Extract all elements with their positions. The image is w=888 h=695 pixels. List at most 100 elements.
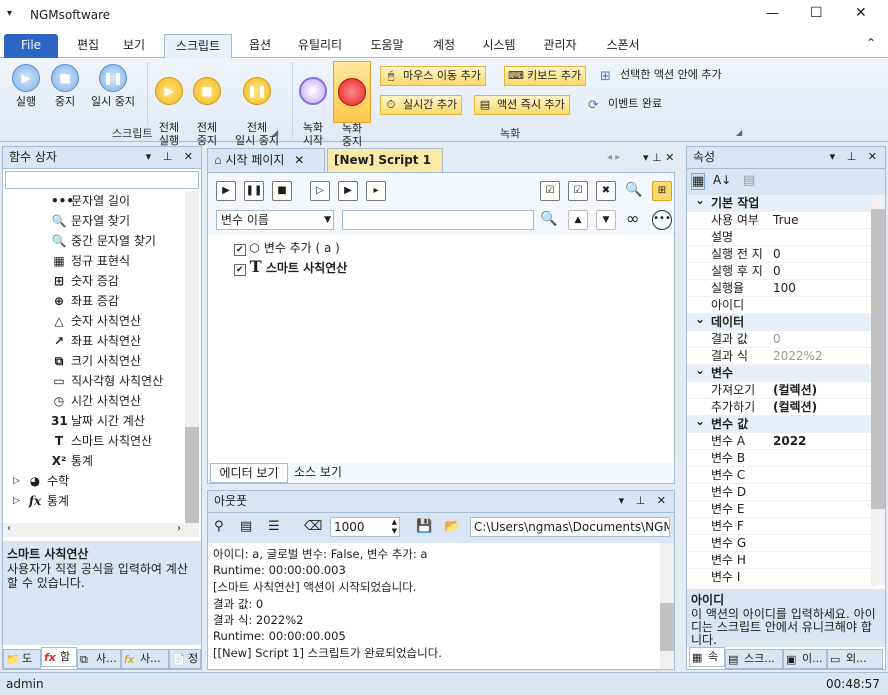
property-row[interactable]: 결과 값 0 (687, 331, 875, 348)
stop-all-button[interactable]: ■ 전체 중지 (188, 64, 226, 147)
tab-folder[interactable]: 📁 도 (3, 649, 41, 669)
property-category[interactable]: ⌄ 변수 (687, 362, 875, 382)
categorized-icon[interactable]: ▦ (691, 173, 706, 190)
property-row[interactable]: 실행 전 지 0 (687, 246, 875, 263)
minimize-icon[interactable]: — (766, 6, 779, 21)
action-item-smart-calc[interactable]: ✔ T 스마트 사칙연산 (234, 257, 347, 276)
run-button[interactable]: ▶ 실행 (6, 64, 46, 108)
function-item[interactable]: ⊕ 좌표 증감 (51, 291, 119, 311)
function-item[interactable]: ◷ 시간 사칙연산 (51, 391, 141, 411)
property-row[interactable]: 추가하기 (컬렉션) (687, 399, 875, 416)
property-row[interactable]: 변수 E (687, 501, 875, 518)
step-icon[interactable]: ▷ (310, 181, 330, 201)
function-item[interactable]: 🔍 중간 문자열 찾기 (51, 231, 156, 251)
save-icon[interactable]: 💾 (416, 519, 432, 534)
property-category[interactable]: ⌄ 기본 작업 (687, 192, 875, 212)
property-category[interactable]: ⌄ 변수 값 (687, 414, 875, 433)
tab-source-view[interactable]: 소스 보기 (288, 463, 348, 483)
function-group[interactable]: ▷ fx 통계 (13, 491, 69, 511)
panel-pin-close-icons[interactable]: ▾ ⊥ ✕ (830, 147, 881, 167)
collapse-icon[interactable]: ⌄ (695, 362, 705, 379)
property-value[interactable]: 100 (773, 280, 796, 297)
tab-image[interactable]: ▣ 이... (783, 649, 827, 669)
move-down-icon[interactable]: ▼ (596, 210, 616, 230)
scrollbar-thumb[interactable] (660, 603, 674, 651)
tree-view-icon[interactable]: ⊞ (652, 181, 672, 201)
step-frame-icon[interactable]: ▸ (366, 181, 386, 201)
function-item[interactable]: △ 숫자 사칙연산 (51, 311, 141, 331)
loop-icon[interactable]: ∞ (626, 209, 639, 228)
tab-sponsor[interactable]: 스폰서 (598, 34, 648, 58)
tab-info[interactable]: 📄 정 (169, 649, 201, 669)
tab-script[interactable]: 스크립트 (164, 34, 232, 58)
check-icon[interactable]: ☑ (568, 181, 588, 201)
property-scrollbar[interactable] (871, 195, 885, 585)
record-start-button[interactable]: 녹화 시작 (296, 64, 330, 147)
property-value[interactable]: (컬렉션) (773, 382, 817, 399)
ribbon-collapse-icon[interactable]: ⌃ (866, 36, 876, 50)
property-pages-icon[interactable]: ▤ (743, 173, 755, 188)
property-value[interactable]: 2022%2 (773, 348, 823, 365)
add-mouse-move-button[interactable]: 🖱 마우스 이동 추가 (380, 66, 486, 86)
property-row[interactable]: 실행율 100 (687, 280, 875, 297)
stop-button[interactable]: ■ 중지 (46, 64, 84, 108)
tab-external[interactable]: ▭ 외... (827, 649, 883, 669)
function-item[interactable]: ⊞ 숫자 증감 (51, 271, 119, 291)
stop-icon[interactable]: ■ (272, 181, 292, 201)
collapse-icon[interactable]: ⌄ (695, 192, 705, 209)
system-menu-icon[interactable]: ▾ (7, 8, 12, 19)
output-scrollbar[interactable] (660, 543, 674, 669)
broom-icon[interactable]: ⚲ (214, 519, 224, 534)
panel-pin-close-icons[interactable]: ▾ ⊥ ✕ (146, 147, 197, 167)
function-group[interactable]: ▷ ◕ 수학 (13, 471, 69, 491)
tab-view[interactable]: 보기 (116, 34, 152, 58)
checkbox-checked[interactable]: ✔ (234, 244, 246, 256)
check-all-icon[interactable]: ☑ (540, 181, 560, 201)
function-item[interactable]: ▭ 직사각형 사칙연산 (51, 371, 163, 391)
function-item[interactable]: 31 날짜 시간 계산 (51, 411, 145, 431)
function-item[interactable]: ⧉ 크기 사칙연산 (51, 351, 141, 371)
property-row[interactable]: 변수 A 2022 (687, 433, 875, 450)
tab-function[interactable]: fx 함 (41, 647, 77, 667)
list-icon[interactable]: ☰ (268, 519, 280, 534)
tab-scroll-icons[interactable]: ◂ ▸ (607, 152, 620, 163)
pause-icon[interactable]: ❚❚ (244, 181, 264, 201)
tab-editor-view[interactable]: 에디터 보기 (210, 463, 288, 483)
property-row[interactable]: 변수 D (687, 484, 875, 501)
property-category[interactable]: ⌄ 데이터 (687, 311, 875, 331)
property-row[interactable]: 실행 후 지 0 (687, 263, 875, 280)
search-icon[interactable]: 🔍 (540, 211, 557, 227)
event-complete-button[interactable]: ⟳ 이벤트 완료 (588, 95, 662, 115)
property-row[interactable]: 변수 G (687, 535, 875, 552)
close-icon[interactable]: ✕ (855, 5, 867, 21)
folder-icon[interactable]: 📂 (444, 519, 460, 534)
eraser-icon[interactable]: ⌫ (304, 519, 322, 534)
property-row[interactable]: 변수 B (687, 450, 875, 467)
property-value[interactable]: 2022 (773, 433, 806, 450)
search-icon[interactable]: 🔍 (624, 181, 644, 201)
add-keyboard-button[interactable]: ⌨ 키보드 추가 (504, 66, 587, 86)
collapse-icon[interactable]: ⌄ (695, 311, 705, 328)
property-value[interactable]: 0 (773, 246, 781, 263)
property-row[interactable]: 변수 F (687, 518, 875, 535)
instant-add-button[interactable]: ▤ 액션 즉시 추가 (474, 95, 570, 115)
action-item-add-variable[interactable]: ✔ ⬡ 변수 추가 ( a ) (234, 239, 340, 256)
property-row[interactable]: 변수 I (687, 569, 875, 586)
tab-help[interactable]: 도움말 (362, 34, 412, 58)
tab-file[interactable]: File (4, 34, 58, 58)
dialog-launcher-icon[interactable]: ◢ (272, 128, 278, 137)
property-row[interactable]: 결과 식 2022%2 (687, 348, 875, 365)
property-value[interactable]: 0 (773, 331, 781, 348)
function-list-scrollbar[interactable] (185, 191, 199, 531)
property-row[interactable]: 사용 여부 True (687, 212, 875, 229)
property-row[interactable]: 아이디 (687, 297, 875, 314)
property-value[interactable]: 0 (773, 263, 781, 280)
filter-input[interactable] (342, 210, 534, 230)
function-item[interactable]: ↗ 좌표 사칙연산 (51, 331, 141, 351)
log-limit-stepper[interactable]: 1000 ▲ ▼ (330, 517, 400, 537)
tab-pin-close-icons[interactable]: ▾ ⊥ ✕ (643, 151, 674, 164)
function-list-hscrollbar[interactable]: ‹ › (3, 523, 199, 537)
scrollbar-thumb[interactable] (871, 209, 885, 509)
property-row[interactable]: 변수 C (687, 467, 875, 484)
dialog-launcher-icon[interactable]: ◢ (736, 128, 742, 137)
